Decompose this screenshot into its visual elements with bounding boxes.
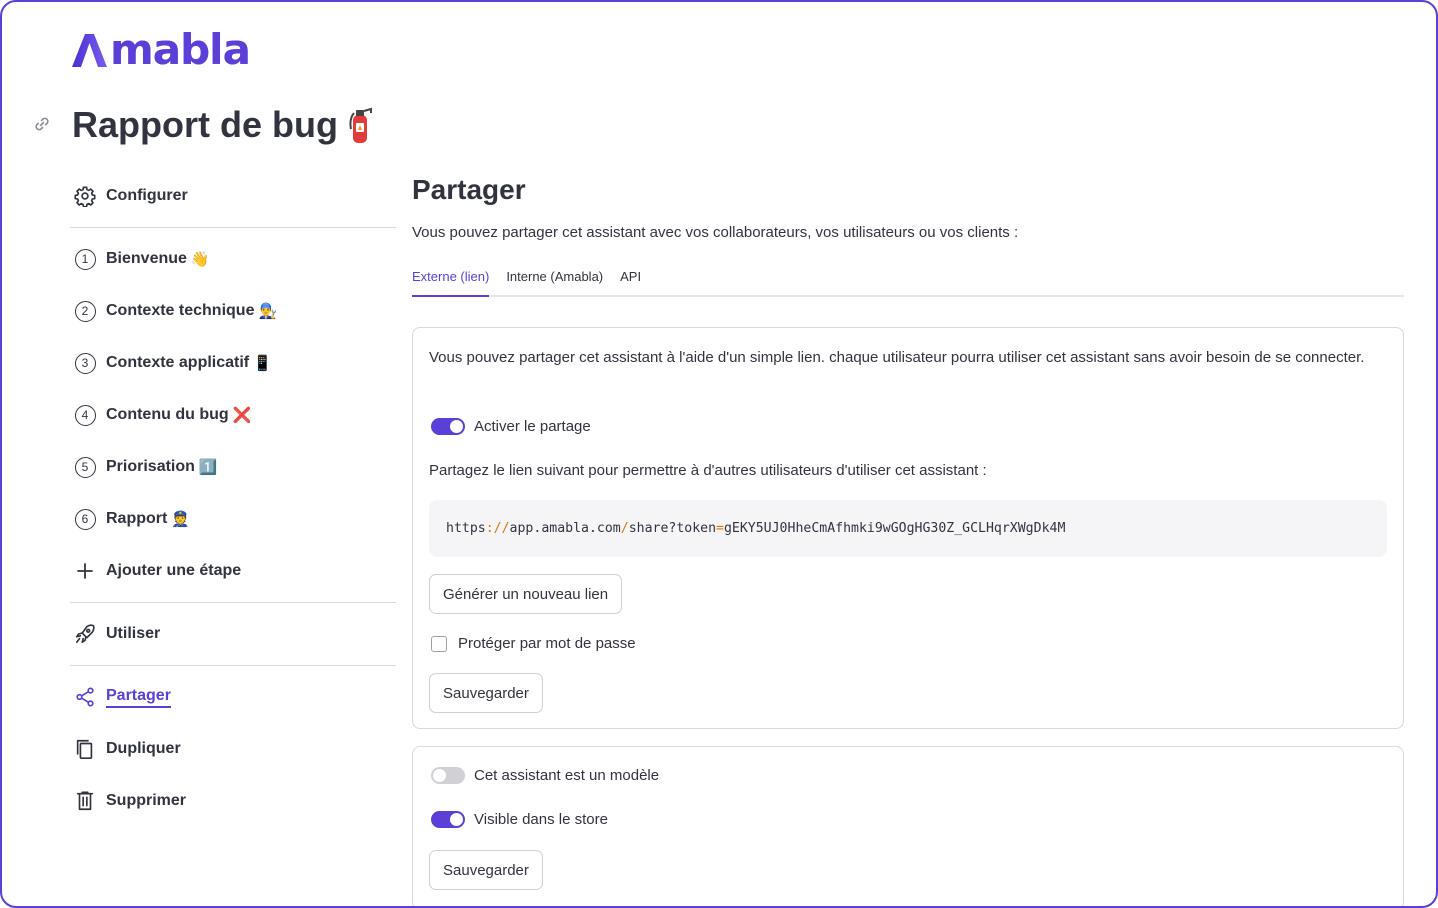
sidebar-item-label: Supprimer: [106, 792, 187, 809]
step-number-badge: 5: [74, 456, 96, 478]
step-number-badge: 1: [74, 248, 96, 270]
tab-internal-amabla[interactable]: Interne (Amabla): [506, 269, 603, 297]
sidebar-item-label: Ajouter une étape: [106, 562, 242, 579]
sidebar-item-step-4[interactable]: 4 Contenu du bug ❌: [70, 389, 396, 441]
sidebar-item-step-3[interactable]: 3 Contexte applicatif 📱: [70, 337, 396, 389]
share-icon: [72, 684, 98, 710]
section-heading: Partager: [412, 174, 526, 205]
share-description: Vous pouvez partager cet assistant à l'a…: [429, 349, 1365, 366]
share-link-instructions: Partagez le lien suivant pour permettre …: [429, 462, 987, 479]
police-officer-emoji: 👮: [171, 510, 191, 528]
store-visibility-label: Visible dans le store: [474, 811, 608, 828]
intro-text: Vous pouvez partager cet assistant avec …: [412, 224, 1019, 241]
sidebar-item-label: Bienvenue: [106, 250, 187, 267]
logo-a-mark-icon: [72, 34, 107, 67]
share-link-card: Vous pouvez partager cet assistant à l'a…: [412, 327, 1404, 729]
template-settings-card: Cet assistant est un modèle Visible dans…: [412, 746, 1404, 906]
sidebar-item-label: Contenu du bug: [106, 406, 229, 423]
sidebar-item-configure[interactable]: Configurer: [70, 170, 396, 222]
plus-icon: [72, 558, 98, 584]
sidebar-item-use[interactable]: Utiliser: [70, 608, 396, 660]
step-number-badge: 3: [74, 352, 96, 374]
sidebar-divider: [70, 227, 396, 228]
brand-name: mabla: [110, 25, 251, 74]
sidebar-item-add-step[interactable]: Ajouter une étape: [70, 545, 396, 597]
sidebar-item-label: Contexte technique: [106, 302, 255, 319]
template-toggle[interactable]: [431, 767, 465, 784]
template-row: Cet assistant est un modèle: [431, 767, 659, 784]
cross-mark-emoji: ❌: [232, 406, 252, 424]
gear-icon: [72, 183, 98, 209]
trash-icon: [72, 788, 98, 814]
sidebar: Configurer 1 Bienvenue 👋 2 Contexte tech…: [70, 170, 396, 827]
enable-sharing-toggle[interactable]: [431, 418, 465, 435]
password-protect-label: Protéger par mot de passe: [458, 635, 636, 652]
store-visibility-row: Visible dans le store: [431, 811, 608, 828]
page-title: Rapport de bug: [72, 100, 374, 150]
save-button[interactable]: Sauvegarder: [429, 850, 543, 890]
fire-extinguisher-icon: [349, 107, 372, 143]
keycap-one-emoji: 1️⃣: [198, 458, 218, 476]
sidebar-divider: [70, 665, 396, 666]
sidebar-item-step-1[interactable]: 1 Bienvenue 👋: [70, 233, 396, 285]
sidebar-item-step-2[interactable]: 2 Contexte technique 👨‍🔧: [70, 285, 396, 337]
sidebar-item-label: Contexte applicatif: [106, 354, 250, 371]
sidebar-divider: [70, 602, 396, 603]
sidebar-item-label: Configurer: [106, 187, 188, 204]
waving-hand-emoji: 👋: [190, 250, 210, 268]
brand-logo[interactable]: mabla: [70, 25, 251, 74]
mechanic-emoji: 👨‍🔧: [258, 302, 278, 320]
anchor-link-icon[interactable]: [32, 114, 52, 134]
mobile-phone-emoji: 📱: [253, 354, 272, 372]
copy-icon: [72, 736, 98, 762]
sidebar-item-delete[interactable]: Supprimer: [70, 775, 396, 827]
sidebar-item-label: Partager: [106, 687, 171, 708]
sidebar-item-label: Priorisation: [106, 458, 195, 475]
tab-external-link[interactable]: Externe (lien): [412, 269, 490, 297]
rocket-icon: [72, 621, 98, 647]
template-label: Cet assistant est un modèle: [474, 767, 660, 784]
step-number-badge: 4: [74, 404, 96, 426]
password-protect-row: Protéger par mot de passe: [431, 635, 636, 652]
step-number-badge: 2: [74, 300, 96, 322]
enable-sharing-label: Activer le partage: [474, 418, 591, 435]
app-frame: mabla Rapport de bug Configurer 1 Bienve…: [0, 0, 1438, 908]
sidebar-item-label: Utiliser: [106, 625, 161, 642]
tab-api[interactable]: API: [620, 269, 641, 297]
sidebar-item-label: Dupliquer: [106, 740, 181, 757]
tab-bar: Externe (lien) Interne (Amabla) API: [412, 269, 1404, 297]
enable-sharing-row: Activer le partage: [431, 418, 591, 435]
save-button[interactable]: Sauvegarder: [429, 673, 543, 713]
generate-new-link-button[interactable]: Générer un nouveau lien: [429, 574, 623, 614]
step-number-badge: 6: [74, 508, 96, 530]
store-visibility-toggle[interactable]: [431, 811, 465, 828]
sidebar-item-share[interactable]: Partager: [70, 671, 396, 723]
share-link-code[interactable]: https://app. amabla. com / share?token = gEKY5…: [429, 500, 1387, 557]
sidebar-item-label: Rapport: [106, 510, 168, 527]
password-protect-checkbox[interactable]: [431, 635, 447, 652]
sidebar-item-step-6[interactable]: 6 Rapport 👮: [70, 493, 396, 545]
sidebar-item-step-5[interactable]: 5 Priorisation 1️⃣: [70, 441, 396, 493]
sidebar-item-duplicate[interactable]: Dupliquer: [70, 723, 396, 775]
page-title-text: Rapport de bug: [72, 104, 338, 145]
main-content: Partager Vous pouvez partager cet assist…: [412, 170, 1404, 906]
